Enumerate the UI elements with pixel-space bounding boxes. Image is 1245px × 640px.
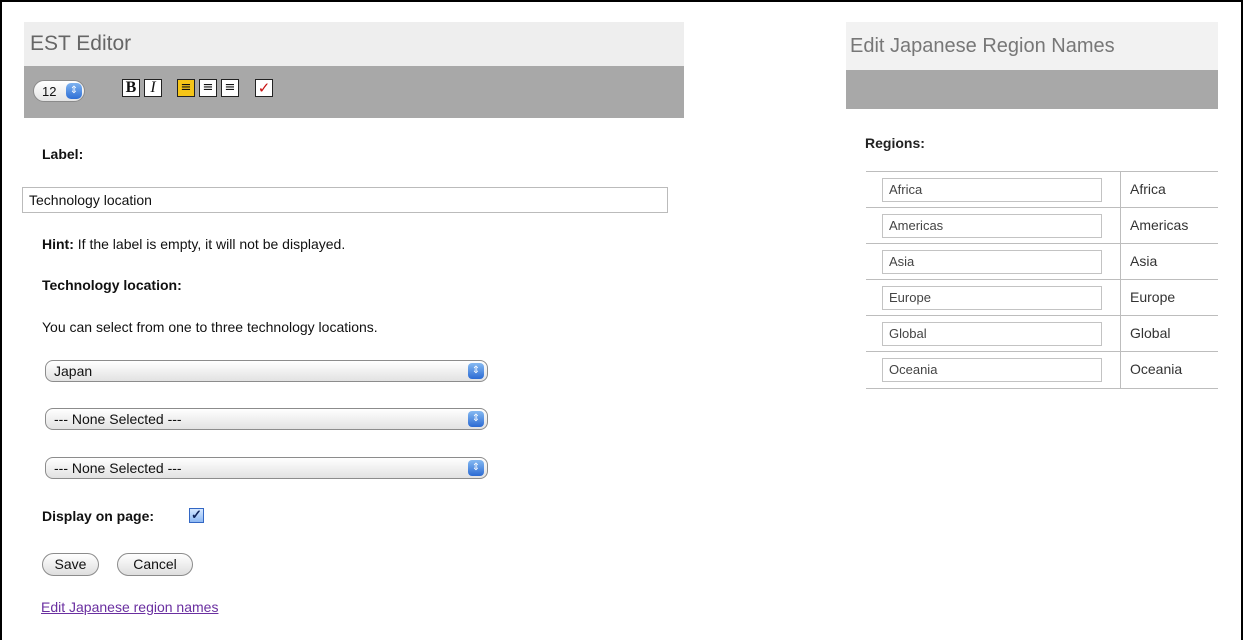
label-input[interactable]: Technology location	[22, 187, 668, 213]
region-input[interactable]: Asia	[882, 250, 1102, 274]
column-divider	[1120, 172, 1121, 208]
align-right-icon[interactable]: ≡	[221, 79, 239, 97]
regions-panel-title: Edit Japanese Region Names	[846, 22, 1218, 70]
technology-location-heading: Technology location:	[42, 277, 182, 293]
technology-location-description: You can select from one to three technol…	[42, 319, 378, 335]
column-divider	[1120, 208, 1121, 244]
label-heading: Label:	[42, 146, 84, 162]
align-left-icon[interactable]: ≡	[177, 79, 195, 97]
location-select-3-value: --- None Selected ---	[54, 460, 182, 476]
region-input[interactable]: Africa	[882, 178, 1102, 202]
updown-arrows-icon: ⇕	[66, 83, 82, 99]
bold-button[interactable]: B	[122, 79, 140, 97]
table-row: Africa Africa	[866, 171, 1218, 208]
updown-arrows-icon: ⇕	[468, 460, 484, 476]
region-name: Europe	[1130, 289, 1176, 305]
font-size-value: 12	[42, 84, 57, 99]
updown-arrows-icon: ⇕	[468, 363, 484, 379]
table-row: Global Global	[866, 315, 1218, 352]
edit-region-names-link[interactable]: Edit Japanese region names	[41, 599, 218, 615]
hint-text: Hint: If the label is empty, it will not…	[42, 236, 345, 252]
align-center-icon[interactable]: ≡	[199, 79, 217, 97]
regions-heading: Regions:	[865, 135, 925, 151]
region-name: Africa	[1130, 181, 1166, 197]
region-name: Global	[1130, 325, 1171, 341]
display-on-page-label: Display on page:	[42, 508, 155, 524]
italic-button[interactable]: I	[144, 79, 162, 97]
location-select-2-value: --- None Selected ---	[54, 411, 182, 427]
location-select-1-value: Japan	[54, 363, 93, 379]
cancel-button[interactable]: Cancel	[117, 553, 193, 576]
location-select-2[interactable]: --- None Selected --- ⇕	[45, 408, 488, 430]
regions-toolbar	[846, 70, 1218, 109]
column-divider	[1120, 244, 1121, 280]
location-select-1[interactable]: Japan ⇕	[45, 360, 488, 382]
region-input[interactable]: Global	[882, 322, 1102, 346]
editor-title: EST Editor	[24, 22, 684, 66]
table-row: Americas Americas	[866, 207, 1218, 244]
region-input[interactable]: Americas	[882, 214, 1102, 238]
table-row: Asia Asia	[866, 243, 1218, 280]
checkmark-icon[interactable]: ✓	[255, 79, 273, 97]
font-size-select[interactable]: 12 ⇕	[33, 80, 85, 102]
region-name: Americas	[1130, 217, 1189, 233]
hint-body: If the label is empty, it will not be di…	[73, 236, 346, 252]
editor-toolbar: 12 ⇕ B I ≡ ≡ ≡ ✓	[24, 66, 684, 118]
region-input[interactable]: Oceania	[882, 358, 1102, 382]
region-input[interactable]: Europe	[882, 286, 1102, 310]
updown-arrows-icon: ⇕	[468, 411, 484, 427]
region-name: Oceania	[1130, 361, 1183, 377]
column-divider	[1120, 316, 1121, 352]
hint-bold: Hint:	[42, 236, 74, 252]
est-editor-panel: EST Editor 12 ⇕ B I ≡ ≡ ≡ ✓	[24, 22, 684, 118]
column-divider	[1120, 280, 1121, 316]
location-select-3[interactable]: --- None Selected --- ⇕	[45, 457, 488, 479]
display-on-page-checkbox[interactable]: ✓	[189, 508, 204, 523]
table-row: Europe Europe	[866, 279, 1218, 316]
column-divider	[1120, 352, 1121, 388]
save-button[interactable]: Save	[42, 553, 99, 576]
region-name: Asia	[1130, 253, 1158, 269]
table-row: Oceania Oceania	[866, 351, 1218, 389]
